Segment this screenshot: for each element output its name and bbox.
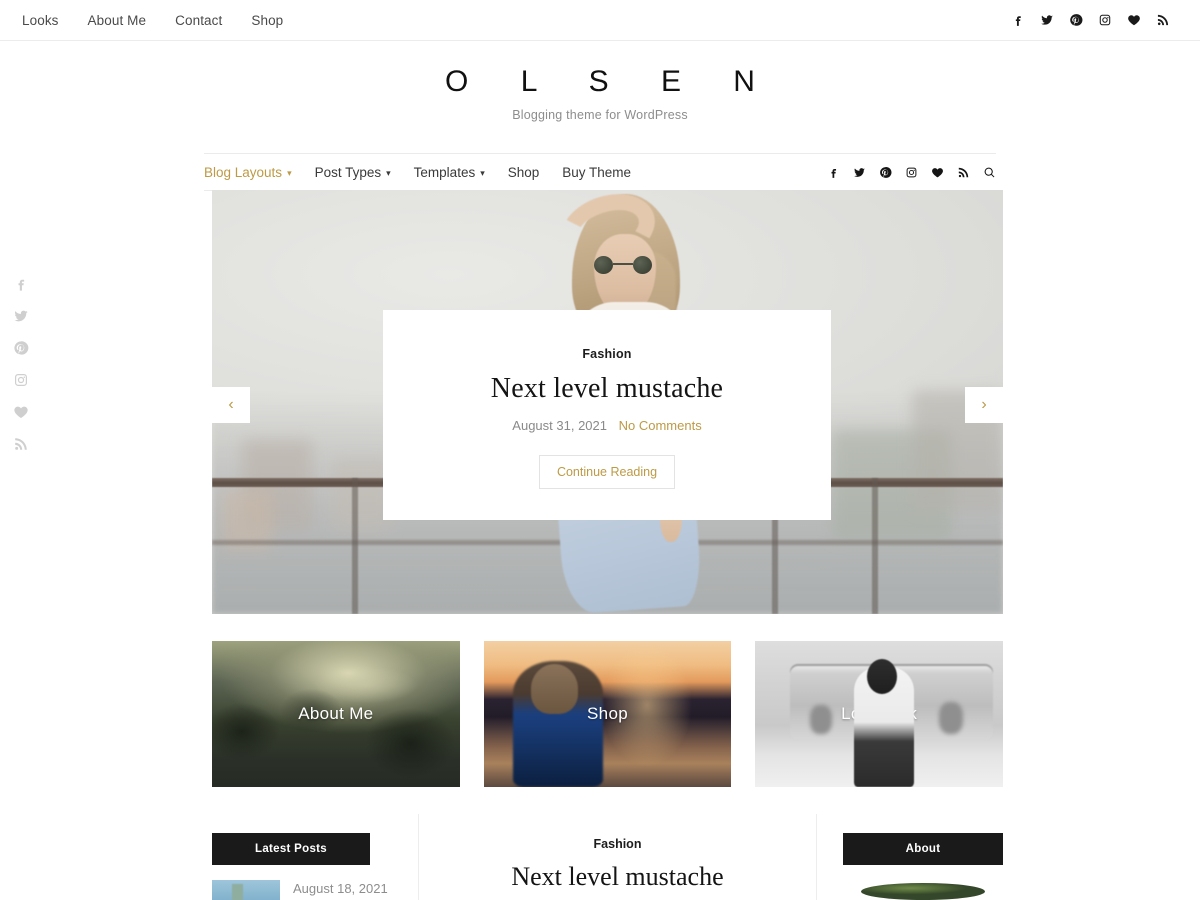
chevron-down-icon: ▾	[386, 167, 391, 178]
pinterest-icon[interactable]	[13, 340, 29, 356]
nav-item-blog-layouts[interactable]: Blog Layouts ▾	[204, 165, 292, 180]
rss-icon[interactable]	[13, 436, 29, 452]
nav-item-buy-theme[interactable]: Buy Theme	[562, 165, 631, 180]
chevron-down-icon: ▾	[287, 167, 292, 178]
nav-item-label: Templates	[413, 164, 476, 180]
top-social-links	[1011, 13, 1180, 27]
top-nav-item-looks[interactable]: Looks	[22, 13, 59, 28]
nav-item-label: Blog Layouts	[204, 164, 283, 180]
site-tagline: Blogging theme for WordPress	[512, 108, 688, 122]
featured-slider: Fashion Next level mustache August 31, 2…	[212, 190, 1003, 614]
slide-caption: Fashion Next level mustache August 31, 2…	[383, 310, 831, 520]
instagram-icon[interactable]	[13, 372, 29, 388]
continue-reading-button[interactable]: Continue Reading	[538, 455, 676, 489]
post-category[interactable]: Fashion	[439, 837, 796, 851]
pinterest-icon[interactable]	[879, 166, 892, 179]
chevron-down-icon: ▾	[480, 167, 485, 178]
top-bar: Looks About Me Contact Shop	[0, 0, 1200, 41]
latest-posts-widget-title: Latest Posts	[212, 833, 370, 865]
left-social-sidebar	[13, 276, 29, 452]
main-navigation: Blog Layouts ▾ Post Types ▾ Templates ▾ …	[204, 165, 631, 180]
rss-icon[interactable]	[1156, 13, 1170, 27]
slide-comments-link[interactable]: No Comments	[619, 418, 702, 433]
top-nav-item-contact[interactable]: Contact	[175, 13, 222, 28]
nav-item-label: Buy Theme	[562, 164, 632, 180]
feature-box-about-me[interactable]: About Me	[212, 641, 460, 787]
page-root: Looks About Me Contact Shop O L S E N Bl…	[0, 0, 1200, 900]
slide-meta: August 31, 2021 No Comments	[512, 418, 701, 433]
slider-next-button[interactable]: ›	[965, 387, 1003, 423]
latest-post-item[interactable]: August 18, 2021 My Trip To New	[212, 880, 392, 900]
facebook-icon[interactable]	[827, 166, 840, 179]
facebook-icon[interactable]	[1011, 13, 1025, 27]
bloglovin-heart-icon[interactable]	[13, 404, 29, 420]
twitter-icon[interactable]	[1040, 13, 1054, 27]
top-nav-item-shop[interactable]: Shop	[251, 13, 283, 28]
search-icon[interactable]	[983, 166, 996, 179]
nav-item-shop[interactable]: Shop	[508, 165, 540, 180]
nav-item-templates[interactable]: Templates ▾	[414, 165, 485, 180]
nav-item-post-types[interactable]: Post Types ▾	[315, 165, 391, 180]
instagram-icon[interactable]	[905, 166, 918, 179]
latest-post-date: August 18, 2021	[293, 881, 388, 896]
instagram-icon[interactable]	[1098, 13, 1112, 27]
top-nav-item-about-me[interactable]: About Me	[88, 13, 147, 28]
left-sidebar: Latest Posts August 18, 2021 My Trip To …	[212, 814, 392, 900]
rss-icon[interactable]	[957, 166, 970, 179]
top-navigation: Looks About Me Contact Shop	[22, 13, 283, 28]
right-sidebar: About	[843, 814, 1003, 900]
latest-post-thumbnail[interactable]	[212, 880, 280, 900]
twitter-icon[interactable]	[853, 166, 866, 179]
feature-box-shop[interactable]: Shop	[483, 641, 732, 787]
bloglovin-heart-icon[interactable]	[931, 166, 944, 179]
slider-prev-button[interactable]: ‹	[212, 387, 250, 423]
post-title[interactable]: Next level mustache	[439, 862, 796, 892]
feature-box-lookbook[interactable]: Lookbook	[755, 641, 1004, 787]
nav-social-links	[827, 166, 996, 179]
nav-item-label: Shop	[507, 164, 540, 180]
site-title[interactable]: O L S E N	[0, 65, 1200, 99]
latest-post-text: August 18, 2021 My Trip To New	[293, 880, 392, 900]
about-widget-title: About	[843, 833, 1003, 865]
content-columns: Latest Posts August 18, 2021 My Trip To …	[212, 814, 1003, 900]
main-navigation-bar: Blog Layouts ▾ Post Types ▾ Templates ▾ …	[204, 153, 996, 191]
slide-category[interactable]: Fashion	[582, 347, 631, 361]
featured-category-boxes: About Me Shop Lookbook	[212, 641, 1004, 787]
pinterest-icon[interactable]	[1069, 13, 1083, 27]
slide-date: August 31, 2021	[512, 418, 607, 433]
avatar	[861, 883, 985, 900]
twitter-icon[interactable]	[13, 308, 29, 324]
main-content-column: Fashion Next level mustache August 31, 2…	[418, 814, 817, 900]
feature-box-label: About Me	[298, 704, 374, 723]
feature-box-label: Shop	[587, 704, 628, 723]
slide-title[interactable]: Next level mustache	[491, 373, 723, 405]
facebook-icon[interactable]	[13, 276, 29, 292]
site-branding: O L S E N Blogging theme for WordPress	[0, 41, 1200, 122]
nav-item-label: Post Types	[314, 164, 382, 180]
bloglovin-heart-icon[interactable]	[1127, 13, 1141, 27]
